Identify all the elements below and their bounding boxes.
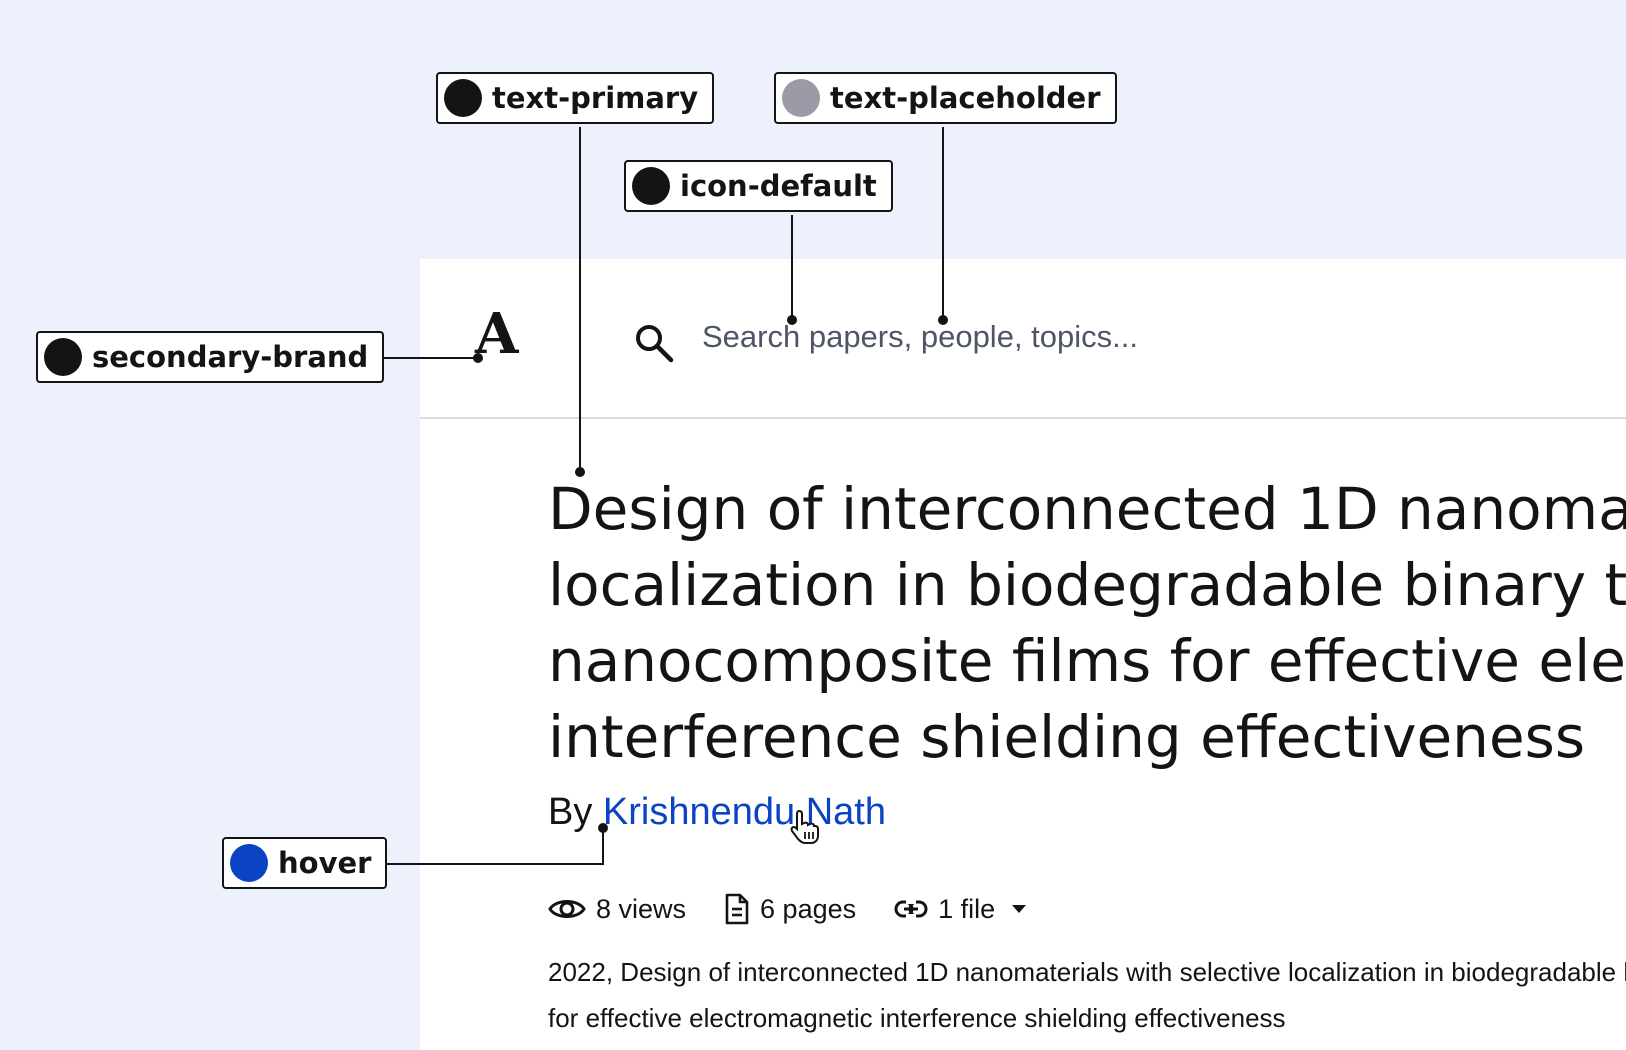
annotation-secondary-brand: secondary-brand [36,331,385,383]
annotation-text-placeholder: text-placeholder [774,72,1117,124]
color-swatch [44,338,82,376]
color-swatch [230,844,268,882]
color-swatch [782,79,820,117]
annotation-label: secondary-brand [92,340,369,374]
annotation-label: text-primary [492,81,699,115]
color-swatch [632,167,670,205]
annotation-hover: hover [222,837,388,889]
annotation-label: text-placeholder [830,81,1101,115]
annotation-leader-lines [380,127,948,865]
annotation-label: hover [278,846,372,880]
color-swatch [444,79,482,117]
annotation-text-primary: text-primary [436,72,715,124]
annotation-icon-default: icon-default [624,160,893,212]
annotation-label: icon-default [680,169,877,203]
